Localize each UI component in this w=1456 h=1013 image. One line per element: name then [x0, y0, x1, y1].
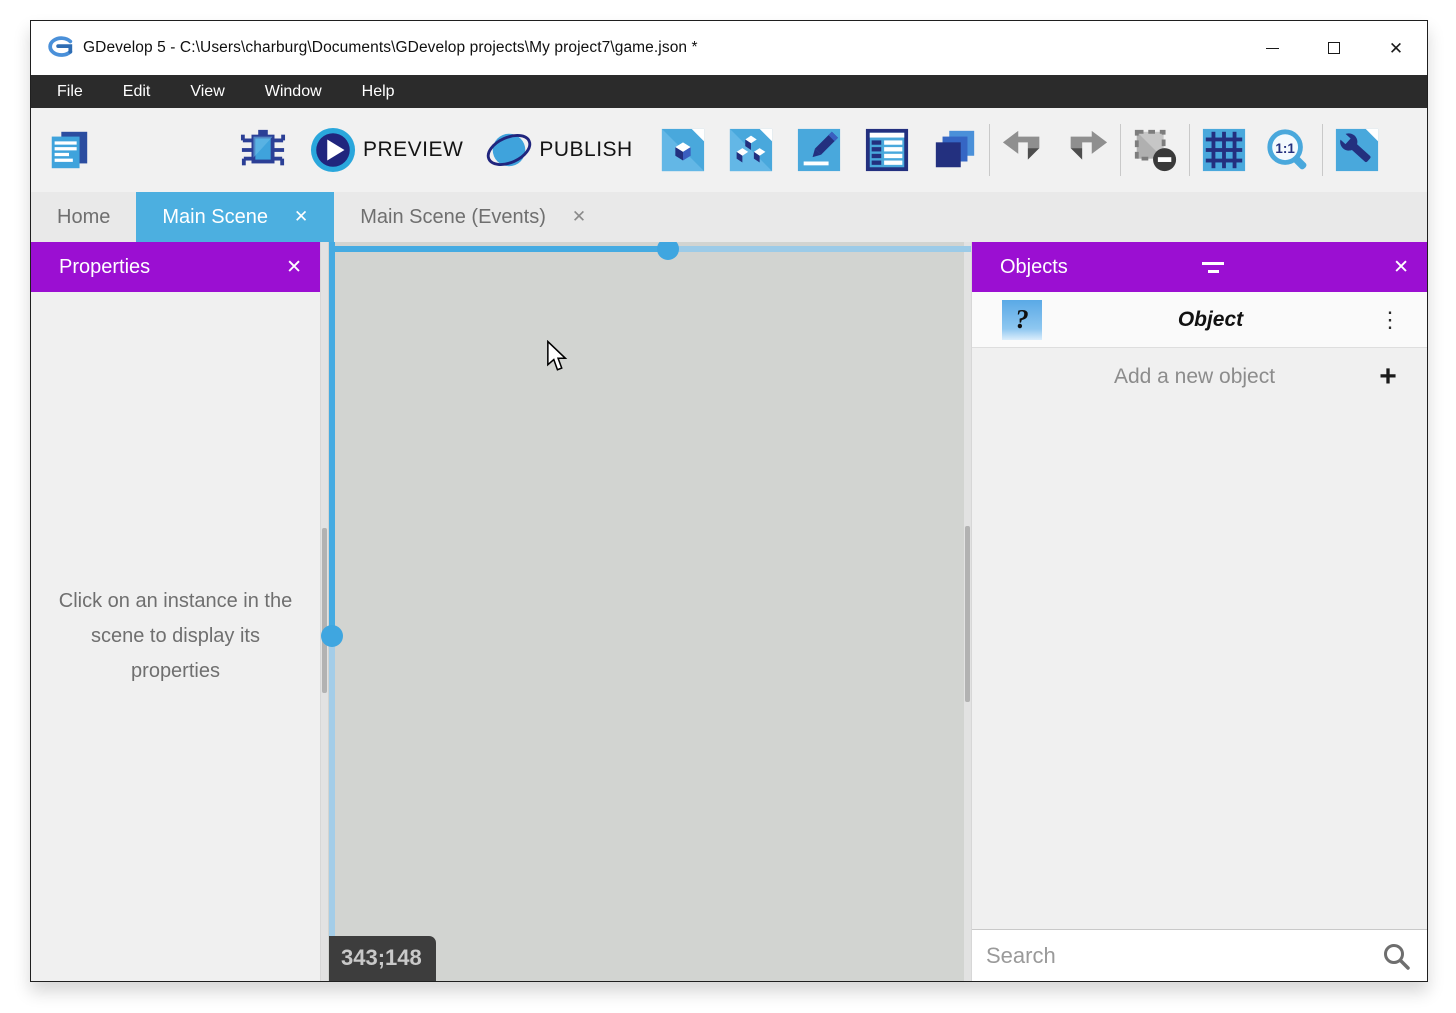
object-options-menu-icon[interactable]: ⋮ [1379, 307, 1401, 333]
tab-main-scene-events-close-icon[interactable]: ✕ [572, 207, 586, 227]
game-window-resize-handle-left[interactable] [321, 625, 343, 647]
canvas-right-scrollbar[interactable] [964, 242, 971, 981]
edit-pencil-icon [796, 127, 842, 173]
menu-bar: File Edit View Window Help [31, 75, 1427, 108]
project-manager-icon [46, 127, 92, 173]
canvas-left-scrollbar-thumb[interactable] [322, 528, 327, 693]
edit-scene-button[interactable] [795, 126, 843, 174]
menu-help[interactable]: Help [362, 83, 395, 101]
object-list-item[interactable]: ? Object ⋮ [972, 292, 1427, 348]
redo-icon [1063, 127, 1109, 173]
svg-text:1:1: 1:1 [1275, 141, 1295, 156]
minimize-button[interactable] [1241, 21, 1303, 75]
zoom-1-1-button[interactable]: 1:1 [1264, 126, 1312, 174]
tab-main-scene-label: Main Scene [162, 206, 268, 229]
properties-panel: Properties ✕ Click on an instance in the… [31, 242, 321, 981]
redo-button[interactable] [1062, 126, 1110, 174]
objects-list-empty-area [972, 406, 1427, 929]
tab-home-label: Home [57, 206, 110, 229]
title-bar: GDevelop 5 - C:\Users\charburg\Documents… [31, 21, 1427, 75]
publish-button[interactable] [485, 126, 533, 174]
main-toolbar: PREVIEW PUBLISH [31, 108, 1427, 192]
game-window-border-top [329, 246, 668, 252]
canvas-left-scrollbar[interactable] [321, 242, 328, 981]
layers-icon [932, 127, 978, 173]
toolbar-separator [1120, 124, 1121, 176]
game-window-resize-handle-top[interactable] [657, 242, 679, 260]
object-search-bar [972, 929, 1427, 981]
game-window-border-top-faded [668, 246, 971, 252]
events-sheet-icon [864, 127, 910, 173]
menu-file[interactable]: File [57, 83, 83, 101]
project-manager-button[interactable] [45, 126, 93, 174]
properties-empty-message: Click on an instance in the scene to dis… [31, 292, 320, 981]
tab-home[interactable]: Home [31, 192, 136, 242]
preview-play-icon [310, 127, 356, 173]
add-object-plus-icon[interactable]: + [1373, 360, 1403, 394]
editor-tab-bar: Home Main Scene ✕ Main Scene (Events) ✕ [31, 192, 1427, 242]
filter-icon[interactable] [1202, 262, 1224, 273]
add-new-object-row[interactable]: Add a new object + [972, 348, 1427, 406]
objects-list-icon [728, 127, 774, 173]
tab-main-scene[interactable]: Main Scene ✕ [136, 192, 334, 242]
cursor-coordinates-tooltip: 343;148 [329, 936, 436, 981]
tab-main-scene-close-icon[interactable]: ✕ [294, 207, 308, 227]
preview-button[interactable] [309, 126, 357, 174]
objects-close-icon[interactable]: ✕ [1393, 256, 1409, 279]
toolbar-separator [1189, 124, 1190, 176]
minimize-icon [1266, 48, 1279, 49]
undo-button[interactable] [1000, 126, 1048, 174]
canvas-right-scrollbar-thumb[interactable] [965, 526, 970, 702]
layers-button[interactable] [931, 126, 979, 174]
object-search-input[interactable] [972, 943, 1381, 969]
events-sheet-button[interactable] [863, 126, 911, 174]
close-button[interactable]: ✕ [1365, 21, 1427, 75]
tab-main-scene-events-label: Main Scene (Events) [360, 206, 546, 229]
wrench-icon [1334, 127, 1380, 173]
game-window-border-left [329, 242, 335, 636]
maximize-icon [1328, 42, 1340, 54]
publish-label[interactable]: PUBLISH [539, 138, 632, 162]
window-title: GDevelop 5 - C:\Users\charburg\Documents… [83, 39, 698, 57]
properties-close-icon[interactable]: ✕ [286, 256, 302, 279]
deselect-button[interactable] [1131, 126, 1179, 174]
game-window-border-left-faded [329, 636, 335, 981]
preview-label[interactable]: PREVIEW [363, 138, 463, 162]
object-thumbnail-icon: ? [1002, 300, 1042, 340]
objects-panel-header: Objects ✕ [972, 242, 1427, 292]
deselect-instances-icon [1132, 127, 1178, 173]
menu-window[interactable]: Window [265, 83, 322, 101]
app-window: GDevelop 5 - C:\Users\charburg\Documents… [30, 20, 1428, 982]
scene-canvas[interactable]: 343;148 [321, 242, 971, 981]
toolbar-separator [989, 124, 990, 176]
properties-panel-title: Properties [59, 256, 150, 279]
properties-panel-header: Properties ✕ [31, 242, 320, 292]
undo-icon [1001, 127, 1047, 173]
object-name: Object [1042, 308, 1379, 332]
objects-list-button[interactable] [727, 126, 775, 174]
grid-icon [1201, 127, 1247, 173]
objects-panel-title: Objects [1000, 256, 1068, 279]
scene-editor-icon [660, 127, 706, 173]
maximize-button[interactable] [1303, 21, 1365, 75]
scene-editor-button[interactable] [659, 126, 707, 174]
objects-panel: Objects ✕ ? Object ⋮ Add a new object + [971, 242, 1427, 981]
menu-view[interactable]: View [190, 83, 224, 101]
debug-icon [240, 127, 286, 173]
mouse-cursor [543, 340, 571, 372]
add-new-object-label: Add a new object [972, 365, 1373, 389]
gdevelop-logo-icon [45, 33, 75, 63]
publish-globe-icon [486, 127, 532, 173]
zoom-1-1-icon: 1:1 [1265, 127, 1311, 173]
debug-button[interactable] [239, 126, 287, 174]
toggle-grid-button[interactable] [1200, 126, 1248, 174]
tab-main-scene-events[interactable]: Main Scene (Events) ✕ [334, 192, 612, 242]
menu-edit[interactable]: Edit [123, 83, 151, 101]
close-icon: ✕ [1389, 40, 1403, 57]
search-icon[interactable] [1381, 941, 1411, 971]
scene-settings-button[interactable] [1333, 126, 1381, 174]
toolbar-separator [1322, 124, 1323, 176]
